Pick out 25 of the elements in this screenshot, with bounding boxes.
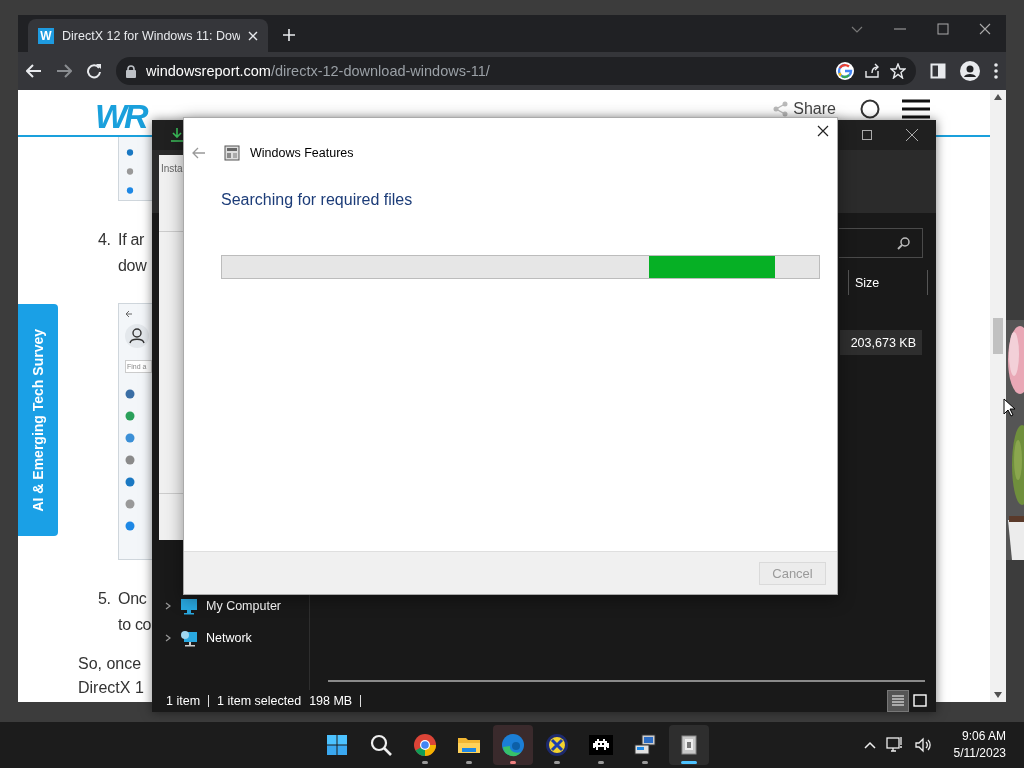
- step-text: If ar: [118, 230, 145, 250]
- step-text: Onc: [118, 589, 147, 609]
- column-header[interactable]: Size: [848, 270, 928, 295]
- clock-time: 9:06 AM: [961, 728, 1006, 745]
- file-size-cell[interactable]: 203,673 KB: [840, 330, 922, 355]
- status-text: 1 item: [166, 694, 201, 708]
- clock[interactable]: 9:06 AM 5/11/2023: [953, 728, 1006, 762]
- status-text: 1 item selected: [217, 694, 302, 708]
- nav-item[interactable]: My Computer: [152, 596, 309, 616]
- nav-item[interactable]: Network: [152, 628, 309, 648]
- url-text: windowsreport.com/directx-12-download-windows-11/: [146, 63, 491, 79]
- address-bar[interactable]: windowsreport.com/directx-12-download-windows-11/: [116, 57, 916, 85]
- list-number: 5.: [98, 589, 112, 609]
- status-text: 198 MB: [309, 694, 353, 708]
- window-title: Insta: [161, 163, 183, 174]
- paragraph-text: So, once: [78, 654, 142, 674]
- step-text: to co: [118, 615, 152, 635]
- favicon: W: [38, 27, 54, 44]
- step-text: dow: [118, 256, 147, 276]
- status-heading: Searching for required files: [221, 191, 414, 209]
- paragraph-text: DirectX 1: [78, 678, 144, 698]
- share-link[interactable]: Share: [773, 99, 836, 119]
- clock-date: 5/11/2023: [953, 745, 1006, 762]
- dialog-title: Windows Features: [250, 146, 354, 160]
- list-number: 4.: [98, 230, 112, 250]
